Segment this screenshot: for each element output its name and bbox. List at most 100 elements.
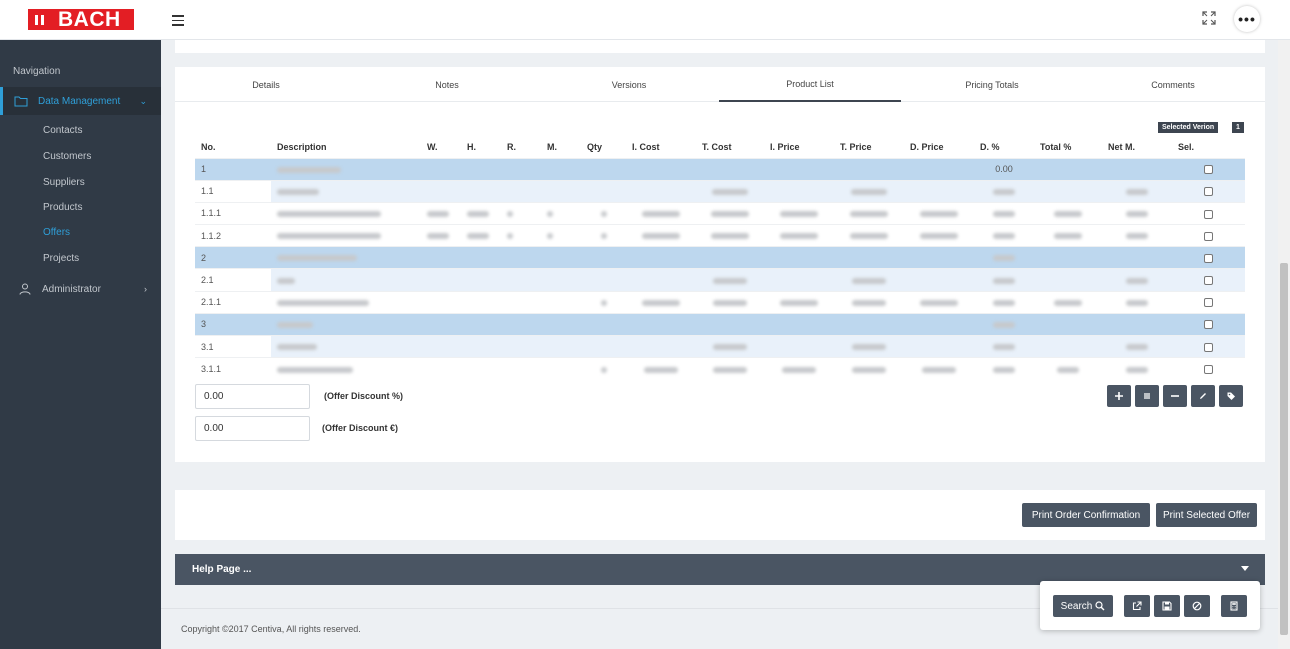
tab-versions[interactable]: Versions xyxy=(538,67,720,102)
cancel-button[interactable] xyxy=(1184,595,1210,617)
print-order-confirmation-button[interactable]: Print Order Confirmation xyxy=(1022,503,1150,527)
list-button[interactable] xyxy=(1135,385,1159,407)
table-row[interactable]: 1.1 xyxy=(195,179,1245,203)
top-bar: BACH ••• xyxy=(0,0,1290,40)
row-number: 3 xyxy=(195,312,271,336)
col-header: I. Cost xyxy=(632,142,660,153)
offer-discount-euro-label: (Offer Discount €) xyxy=(322,423,399,433)
minus-icon xyxy=(1171,395,1179,397)
edit-row-button[interactable] xyxy=(1191,385,1215,407)
remove-row-button[interactable] xyxy=(1163,385,1187,407)
row-select-checkbox[interactable] xyxy=(1204,165,1213,175)
row-select-checkbox[interactable] xyxy=(1204,253,1213,263)
row-select-checkbox[interactable] xyxy=(1204,298,1213,308)
row-select-checkbox[interactable] xyxy=(1204,231,1213,241)
row-number: 1.1.2 xyxy=(195,224,271,247)
sidebar-item-products[interactable]: Products xyxy=(43,202,82,213)
row-select-checkbox[interactable] xyxy=(1204,276,1213,286)
sidebar-item-administrator[interactable]: Administrator › xyxy=(0,275,161,303)
selected-version-number: 1 xyxy=(1232,122,1244,133)
row-select-checkbox[interactable] xyxy=(1204,320,1213,330)
offer-card: Details Notes Versions Product List Pric… xyxy=(175,67,1265,462)
floating-toolbar: Search xyxy=(1040,581,1260,630)
product-list-table: No. Description W. H. R. M. Qty I. Cost … xyxy=(195,137,1245,380)
col-header: D. Price xyxy=(910,142,944,153)
search-button[interactable]: Search xyxy=(1053,595,1113,617)
external-link-icon xyxy=(1132,601,1142,611)
table-row[interactable]: 3.1 xyxy=(195,334,1245,358)
col-header: Total % xyxy=(1040,142,1072,153)
more-options-button[interactable]: ••• xyxy=(1234,6,1260,32)
logo-mark-icon xyxy=(28,9,50,30)
table-row[interactable]: 1.1.1 xyxy=(195,201,1245,225)
row-number: 3.1 xyxy=(195,334,271,358)
row-select-checkbox[interactable] xyxy=(1204,187,1213,197)
list-icon xyxy=(1144,393,1150,399)
tab-bar: Details Notes Versions Product List Pric… xyxy=(175,67,1265,102)
floppy-disk-icon xyxy=(1162,601,1172,611)
plus-icon xyxy=(1115,392,1123,400)
open-external-button[interactable] xyxy=(1124,595,1150,617)
table-row[interactable]: 2.1 xyxy=(195,268,1245,292)
calculator-button[interactable] xyxy=(1221,595,1247,617)
row-select-checkbox[interactable] xyxy=(1204,342,1213,352)
table-row[interactable]: 1.1.2 xyxy=(195,224,1245,247)
ellipsis-icon: ••• xyxy=(1238,11,1256,27)
offer-discount-percent-input[interactable]: 0.00 xyxy=(195,384,310,409)
table-row[interactable]: 3 xyxy=(195,312,1245,336)
tab-details[interactable]: Details xyxy=(175,67,357,102)
sidebar-item-data-management[interactable]: Data Management ⌄ xyxy=(0,87,161,115)
sidebar-item-suppliers[interactable]: Suppliers xyxy=(43,177,85,188)
sidebar-item-label: Administrator xyxy=(42,283,101,295)
header-strip xyxy=(175,40,1265,53)
print-selected-offer-button[interactable]: Print Selected Offer xyxy=(1156,503,1257,527)
row-number: 2.1.1 xyxy=(195,290,271,314)
bach-logo[interactable]: BACH xyxy=(28,7,134,31)
sidebar-item-offers[interactable]: Offers xyxy=(43,227,70,238)
tab-product-list[interactable]: Product List xyxy=(719,67,901,102)
col-header: W. xyxy=(427,142,438,153)
copyright-text: Copyright ©2017 Centiva, All rights rese… xyxy=(181,624,361,634)
calculator-icon xyxy=(1230,601,1238,611)
tag-button[interactable] xyxy=(1219,385,1243,407)
col-header: No. xyxy=(201,142,216,153)
add-row-button[interactable] xyxy=(1107,385,1131,407)
tab-comments[interactable]: Comments xyxy=(1082,67,1264,102)
caret-down-icon xyxy=(1241,566,1249,571)
col-header: T. Price xyxy=(840,142,872,153)
sidebar-item-label: Data Management xyxy=(38,95,121,107)
help-page-label: Help Page ... xyxy=(192,564,252,575)
print-card: Print Order Confirmation Print Selected … xyxy=(175,490,1265,540)
logo-text: BACH xyxy=(58,7,121,31)
tab-pricing-totals[interactable]: Pricing Totals xyxy=(901,67,1083,102)
search-button-label: Search xyxy=(1060,600,1093,612)
col-header: Description xyxy=(277,142,327,153)
sidebar-item-projects[interactable]: Projects xyxy=(43,253,79,264)
table-row[interactable]: 2 xyxy=(195,246,1245,269)
offer-discount-euro-input[interactable]: 0.00 xyxy=(195,416,310,441)
user-icon xyxy=(19,283,31,295)
tag-icon xyxy=(1227,392,1235,400)
row-number: 1.1.1 xyxy=(195,201,271,225)
col-header: I. Price xyxy=(770,142,800,153)
page-scrollbar-thumb[interactable] xyxy=(1280,263,1288,635)
fullscreen-icon[interactable] xyxy=(1201,10,1217,26)
offer-discount-percent-label: (Offer Discount %) xyxy=(324,391,404,401)
discount-percent-cell: 0.00 xyxy=(974,157,1034,181)
sidebar: Navigation Data Management ⌄ Contacts Cu… xyxy=(0,40,161,649)
save-button[interactable] xyxy=(1154,595,1180,617)
sidebar-item-contacts[interactable]: Contacts xyxy=(43,125,82,136)
row-select-checkbox[interactable] xyxy=(1204,209,1213,219)
chevron-right-icon: › xyxy=(144,284,147,294)
table-row[interactable]: 1 0.00 xyxy=(195,157,1245,181)
tab-notes[interactable]: Notes xyxy=(356,67,538,102)
col-header: Qty xyxy=(587,142,603,153)
table-row[interactable]: 2.1.1 xyxy=(195,290,1245,314)
row-select-checkbox[interactable] xyxy=(1204,365,1213,375)
col-header: M. xyxy=(547,142,557,153)
sidebar-item-customers[interactable]: Customers xyxy=(43,151,91,162)
menu-toggle-icon[interactable] xyxy=(172,12,184,26)
row-number: 2 xyxy=(195,246,271,269)
table-row[interactable]: 3.1.1 xyxy=(195,357,1245,380)
folder-icon xyxy=(14,96,28,107)
